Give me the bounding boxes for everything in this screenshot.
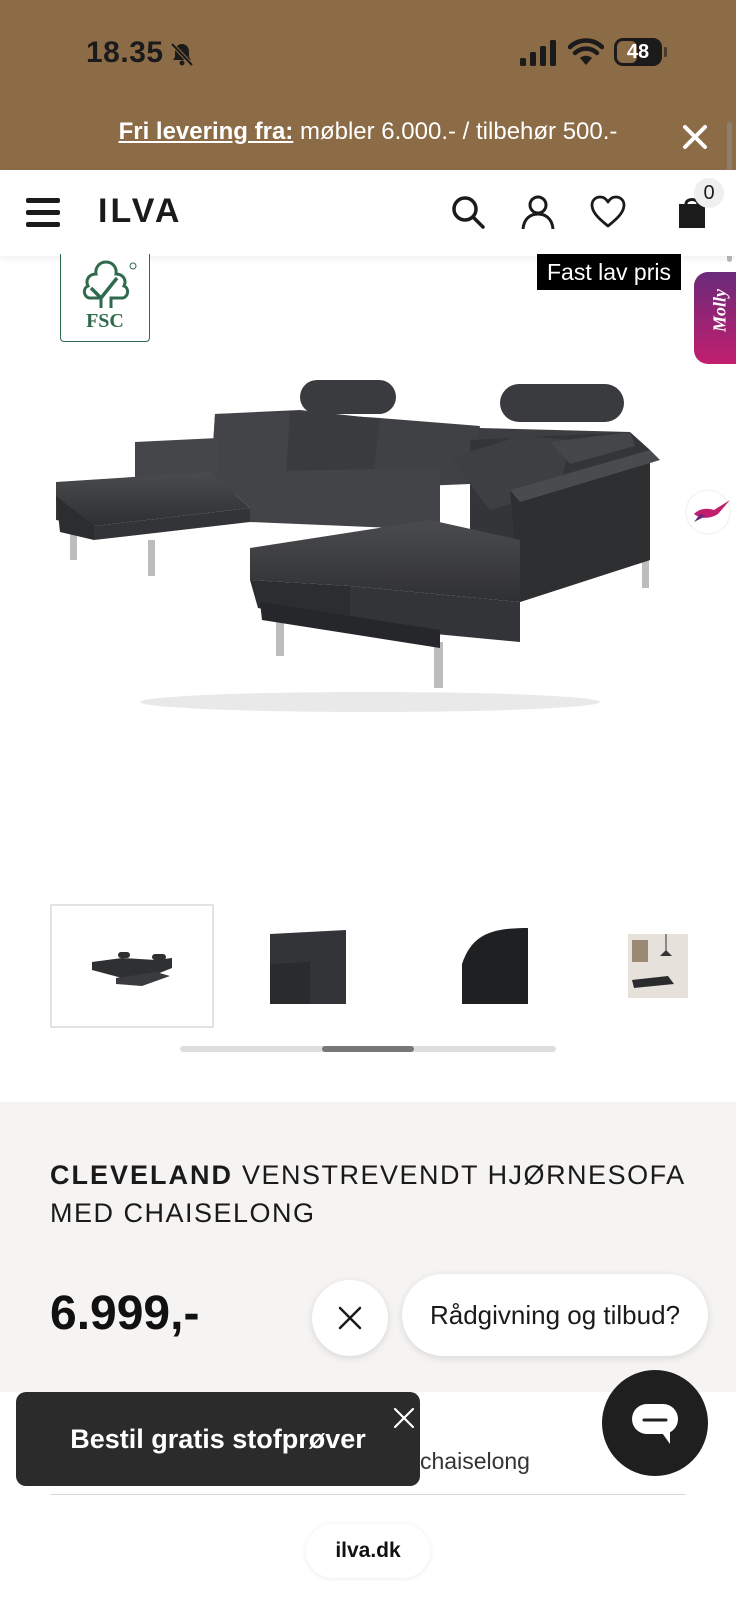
fabric-samples-toast[interactable]: Bestil gratis stofprøver xyxy=(16,1392,420,1486)
fsc-label: FSC xyxy=(86,310,124,332)
fabric-samples-label: Bestil gratis stofprøver xyxy=(70,1424,366,1454)
wifi-icon xyxy=(568,38,604,65)
promo-text: møbler 6.000.- / tilbehør 500.- xyxy=(293,118,618,145)
heart-icon[interactable] xyxy=(590,194,626,230)
menu-icon[interactable] xyxy=(26,198,60,228)
gallery-thumbnail[interactable] xyxy=(618,904,698,1028)
bell-muted-icon xyxy=(170,42,194,67)
site-header: ILVA 0 xyxy=(0,170,736,256)
account-icon[interactable] xyxy=(520,194,556,230)
status-time: 18.35 xyxy=(86,36,164,69)
close-icon[interactable] xyxy=(392,1406,416,1430)
gallery-thumbnail[interactable] xyxy=(50,904,214,1028)
battery-indicator: 48 xyxy=(614,38,667,66)
fsc-tree-icon xyxy=(82,260,137,308)
divider xyxy=(50,1494,686,1495)
signal-icon xyxy=(520,40,556,66)
gallery-scrollbar[interactable] xyxy=(180,1046,556,1052)
hummingbird-icon[interactable] xyxy=(680,488,736,536)
close-icon[interactable] xyxy=(682,124,708,150)
chat-launcher-button[interactable] xyxy=(602,1370,708,1476)
gallery-thumbnail[interactable] xyxy=(442,904,562,1028)
chat-prompt-bubble[interactable]: Rådgivning og tilbud? xyxy=(402,1274,708,1356)
gallery-thumbnail[interactable] xyxy=(250,904,370,1028)
fsc-badge: FSC xyxy=(60,254,150,342)
search-icon[interactable] xyxy=(450,194,486,230)
product-image[interactable] xyxy=(50,380,690,720)
chat-dismiss-button[interactable] xyxy=(312,1280,388,1356)
molly-label: Molly xyxy=(709,289,730,332)
gallery-scroll-thumb[interactable] xyxy=(322,1046,414,1052)
promo-banner: Fri levering fra: møbler 6.000.- / tilbe… xyxy=(0,118,736,146)
browser-url-bar[interactable]: ilva.dk xyxy=(306,1524,430,1578)
battery-percent: 48 xyxy=(626,41,650,63)
price-tag-badge: Fast lav pris xyxy=(537,254,681,290)
molly-tab[interactable]: Molly xyxy=(694,272,736,364)
close-icon xyxy=(338,1306,362,1330)
chat-icon xyxy=(632,1404,678,1444)
product-brand: CLEVELAND xyxy=(50,1160,234,1190)
variant-label: chaiselong xyxy=(420,1448,530,1474)
ilva-logo[interactable]: ILVA xyxy=(98,192,182,231)
product-title: CLEVELAND VENSTREVENDT HJØRNESOFA MED CH… xyxy=(50,1156,690,1232)
product-price: 6.999,- xyxy=(50,1287,200,1340)
cart-count: 0 xyxy=(694,178,724,208)
promo-link[interactable]: Fri levering fra: xyxy=(119,118,294,145)
